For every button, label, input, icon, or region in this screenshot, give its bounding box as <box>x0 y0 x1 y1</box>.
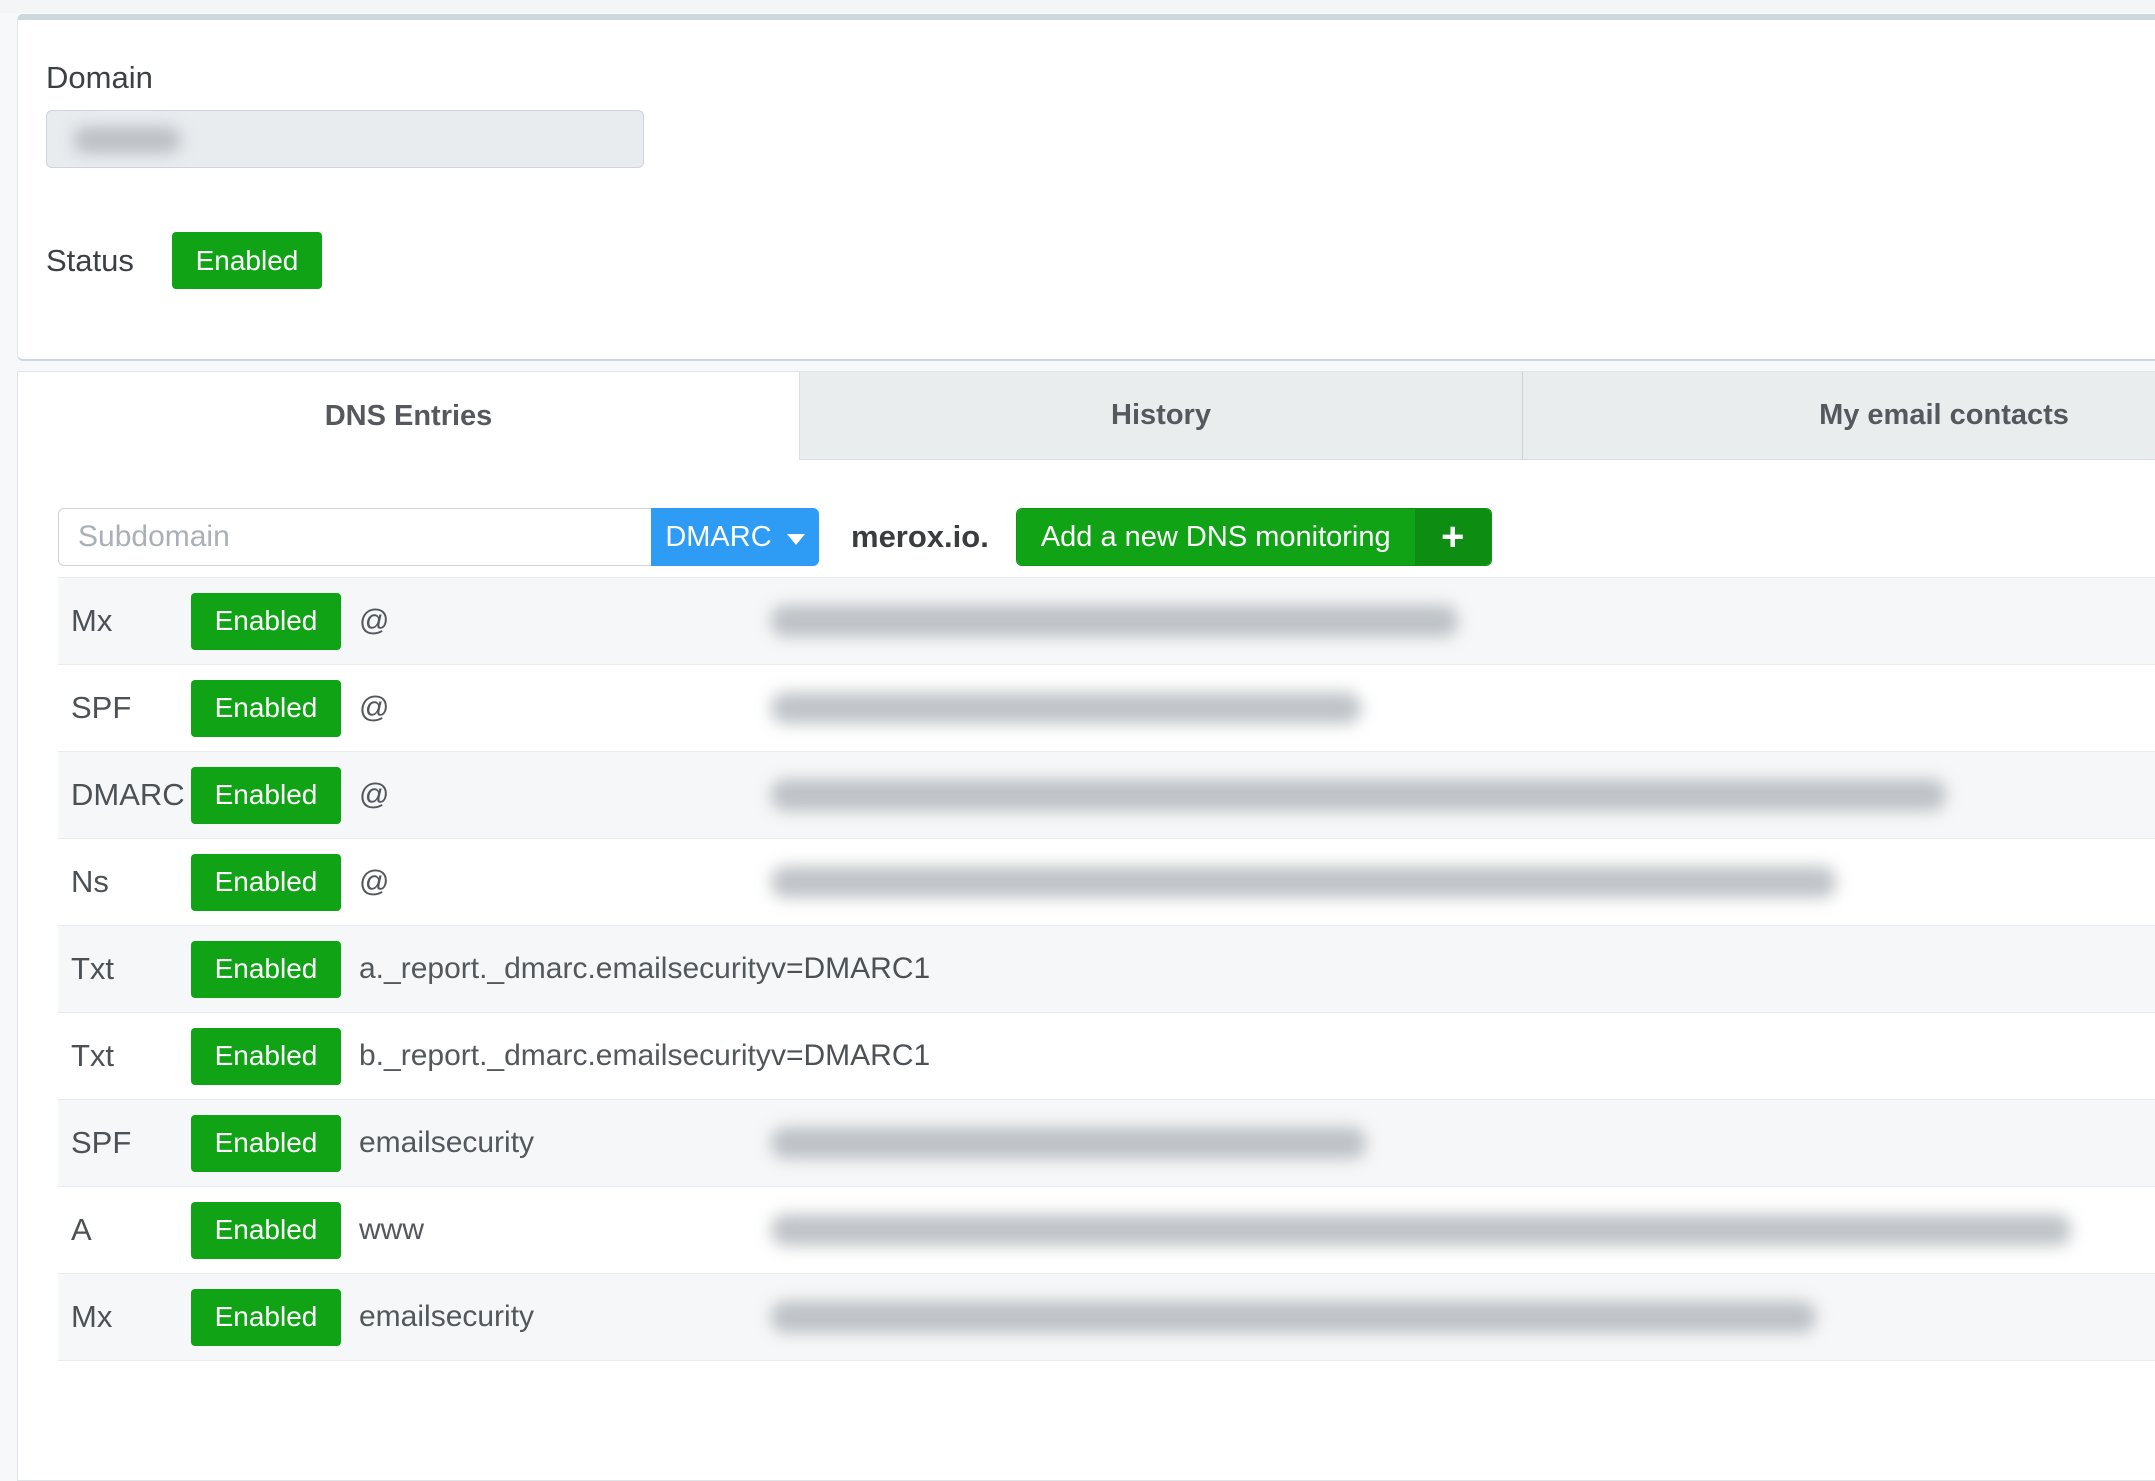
record-value-cell: v=DMARC1 <box>771 952 2155 986</box>
record-value-cell: v=DMARC1 <box>771 1039 2155 1073</box>
caret-down-icon <box>787 534 805 545</box>
record-type-dropdown[interactable]: DMARC <box>651 508 819 566</box>
subdomain-input[interactable] <box>58 508 651 566</box>
table-row: SPF Enabled @ <box>58 664 2155 751</box>
table-row: DMARC Enabled @ <box>58 751 2155 838</box>
domain-status-card: Domain Status Enabled <box>17 14 2155 361</box>
status-label: Status <box>46 243 172 279</box>
record-subdomain-cell: @ <box>359 778 771 812</box>
record-type-cell: Ns <box>58 864 191 900</box>
tabbar: DNS Entries History My email contacts <box>18 372 2155 460</box>
record-subdomain-cell: b._report._dmarc.emailsecurity <box>359 1039 771 1073</box>
record-value-cell <box>771 1214 2155 1246</box>
tab-my-email-contacts[interactable]: My email contacts <box>1523 372 2155 460</box>
record-type-cell: Mx <box>58 1299 191 1335</box>
redacted-value <box>771 1127 1366 1159</box>
redacted-value <box>771 1214 2071 1246</box>
dns-card: DNS Entries History My email contacts DM… <box>17 371 2155 1481</box>
tab-dns-entries[interactable]: DNS Entries <box>18 372 800 460</box>
enabled-badge: Enabled <box>191 941 341 998</box>
table-row: SPF Enabled emailsecurity <box>58 1099 2155 1186</box>
tab-history[interactable]: History <box>800 372 1523 460</box>
add-dns-monitoring-button[interactable]: Add a new DNS monitoring + <box>1016 508 1492 566</box>
enabled-badge: Enabled <box>191 1202 341 1259</box>
record-subdomain-cell: www <box>359 1213 771 1247</box>
record-status-cell: Enabled <box>191 1289 359 1346</box>
dns-toolbar: DMARC merox.io. Add a new DNS monitoring… <box>58 508 2155 566</box>
table-row: Ns Enabled @ <box>58 838 2155 925</box>
redacted-value <box>771 605 1458 637</box>
record-status-cell: Enabled <box>191 1028 359 1085</box>
enabled-badge: Enabled <box>191 767 341 824</box>
redacted-value <box>771 1301 1816 1333</box>
record-type-cell: DMARC <box>58 777 191 813</box>
redacted-value <box>771 692 1361 724</box>
add-dns-monitoring-label: Add a new DNS monitoring <box>1017 509 1415 565</box>
domain-input <box>46 110 644 168</box>
record-subdomain-cell: @ <box>359 604 771 638</box>
record-subdomain-cell: emailsecurity <box>359 1126 771 1160</box>
record-status-cell: Enabled <box>191 1202 359 1259</box>
status-row: Status Enabled <box>46 232 2155 289</box>
enabled-badge: Enabled <box>191 854 341 911</box>
record-status-cell: Enabled <box>191 941 359 998</box>
record-status-cell: Enabled <box>191 1115 359 1172</box>
record-type-cell: SPF <box>58 690 191 726</box>
table-row: A Enabled www <box>58 1186 2155 1273</box>
record-value-cell <box>771 866 2155 898</box>
record-type-cell: SPF <box>58 1125 191 1161</box>
record-value-cell <box>771 605 2155 637</box>
redacted-value <box>771 779 1946 811</box>
table-row: Txt Enabled a._report._dmarc.emailsecuri… <box>58 925 2155 1012</box>
record-value-cell <box>771 692 2155 724</box>
table-row: Mx Enabled @ <box>58 577 2155 664</box>
table-row <box>58 1360 2155 1447</box>
redacted-domain-value <box>73 127 181 153</box>
domain-label: Domain <box>46 60 2155 96</box>
redacted-value <box>771 866 1836 898</box>
record-subdomain-cell: @ <box>359 865 771 899</box>
record-value-text: v=DMARC1 <box>771 952 930 986</box>
record-subdomain-cell: a._report._dmarc.emailsecurity <box>359 952 771 986</box>
plus-icon: + <box>1415 509 1491 565</box>
record-type-cell: A <box>58 1212 191 1248</box>
record-value-cell <box>771 779 2155 811</box>
record-type-cell: Mx <box>58 603 191 639</box>
record-status-cell: Enabled <box>191 593 359 650</box>
enabled-badge: Enabled <box>191 1115 341 1172</box>
record-subdomain-cell: emailsecurity <box>359 1300 771 1334</box>
enabled-badge: Enabled <box>191 680 341 737</box>
dns-entries-table: Mx Enabled @ SPF Enabled @ DMARC Enabled… <box>58 577 2155 1447</box>
record-subdomain-cell: @ <box>359 691 771 725</box>
enabled-badge: Enabled <box>191 593 341 650</box>
table-row: Mx Enabled emailsecurity <box>58 1273 2155 1360</box>
record-type-cell: Txt <box>58 951 191 987</box>
record-value-cell <box>771 1301 2155 1333</box>
page-top-strip <box>0 0 2155 13</box>
record-type-dropdown-label: DMARC <box>665 521 771 554</box>
record-value-text: v=DMARC1 <box>771 1039 930 1073</box>
record-type-cell: Txt <box>58 1038 191 1074</box>
table-row: Txt Enabled b._report._dmarc.emailsecuri… <box>58 1012 2155 1099</box>
enabled-badge: Enabled <box>191 1289 341 1346</box>
record-value-cell <box>771 1127 2155 1159</box>
record-status-cell: Enabled <box>191 854 359 911</box>
status-badge: Enabled <box>172 232 322 289</box>
record-status-cell: Enabled <box>191 680 359 737</box>
domain-suffix-label: merox.io. <box>851 519 989 555</box>
enabled-badge: Enabled <box>191 1028 341 1085</box>
record-status-cell: Enabled <box>191 767 359 824</box>
